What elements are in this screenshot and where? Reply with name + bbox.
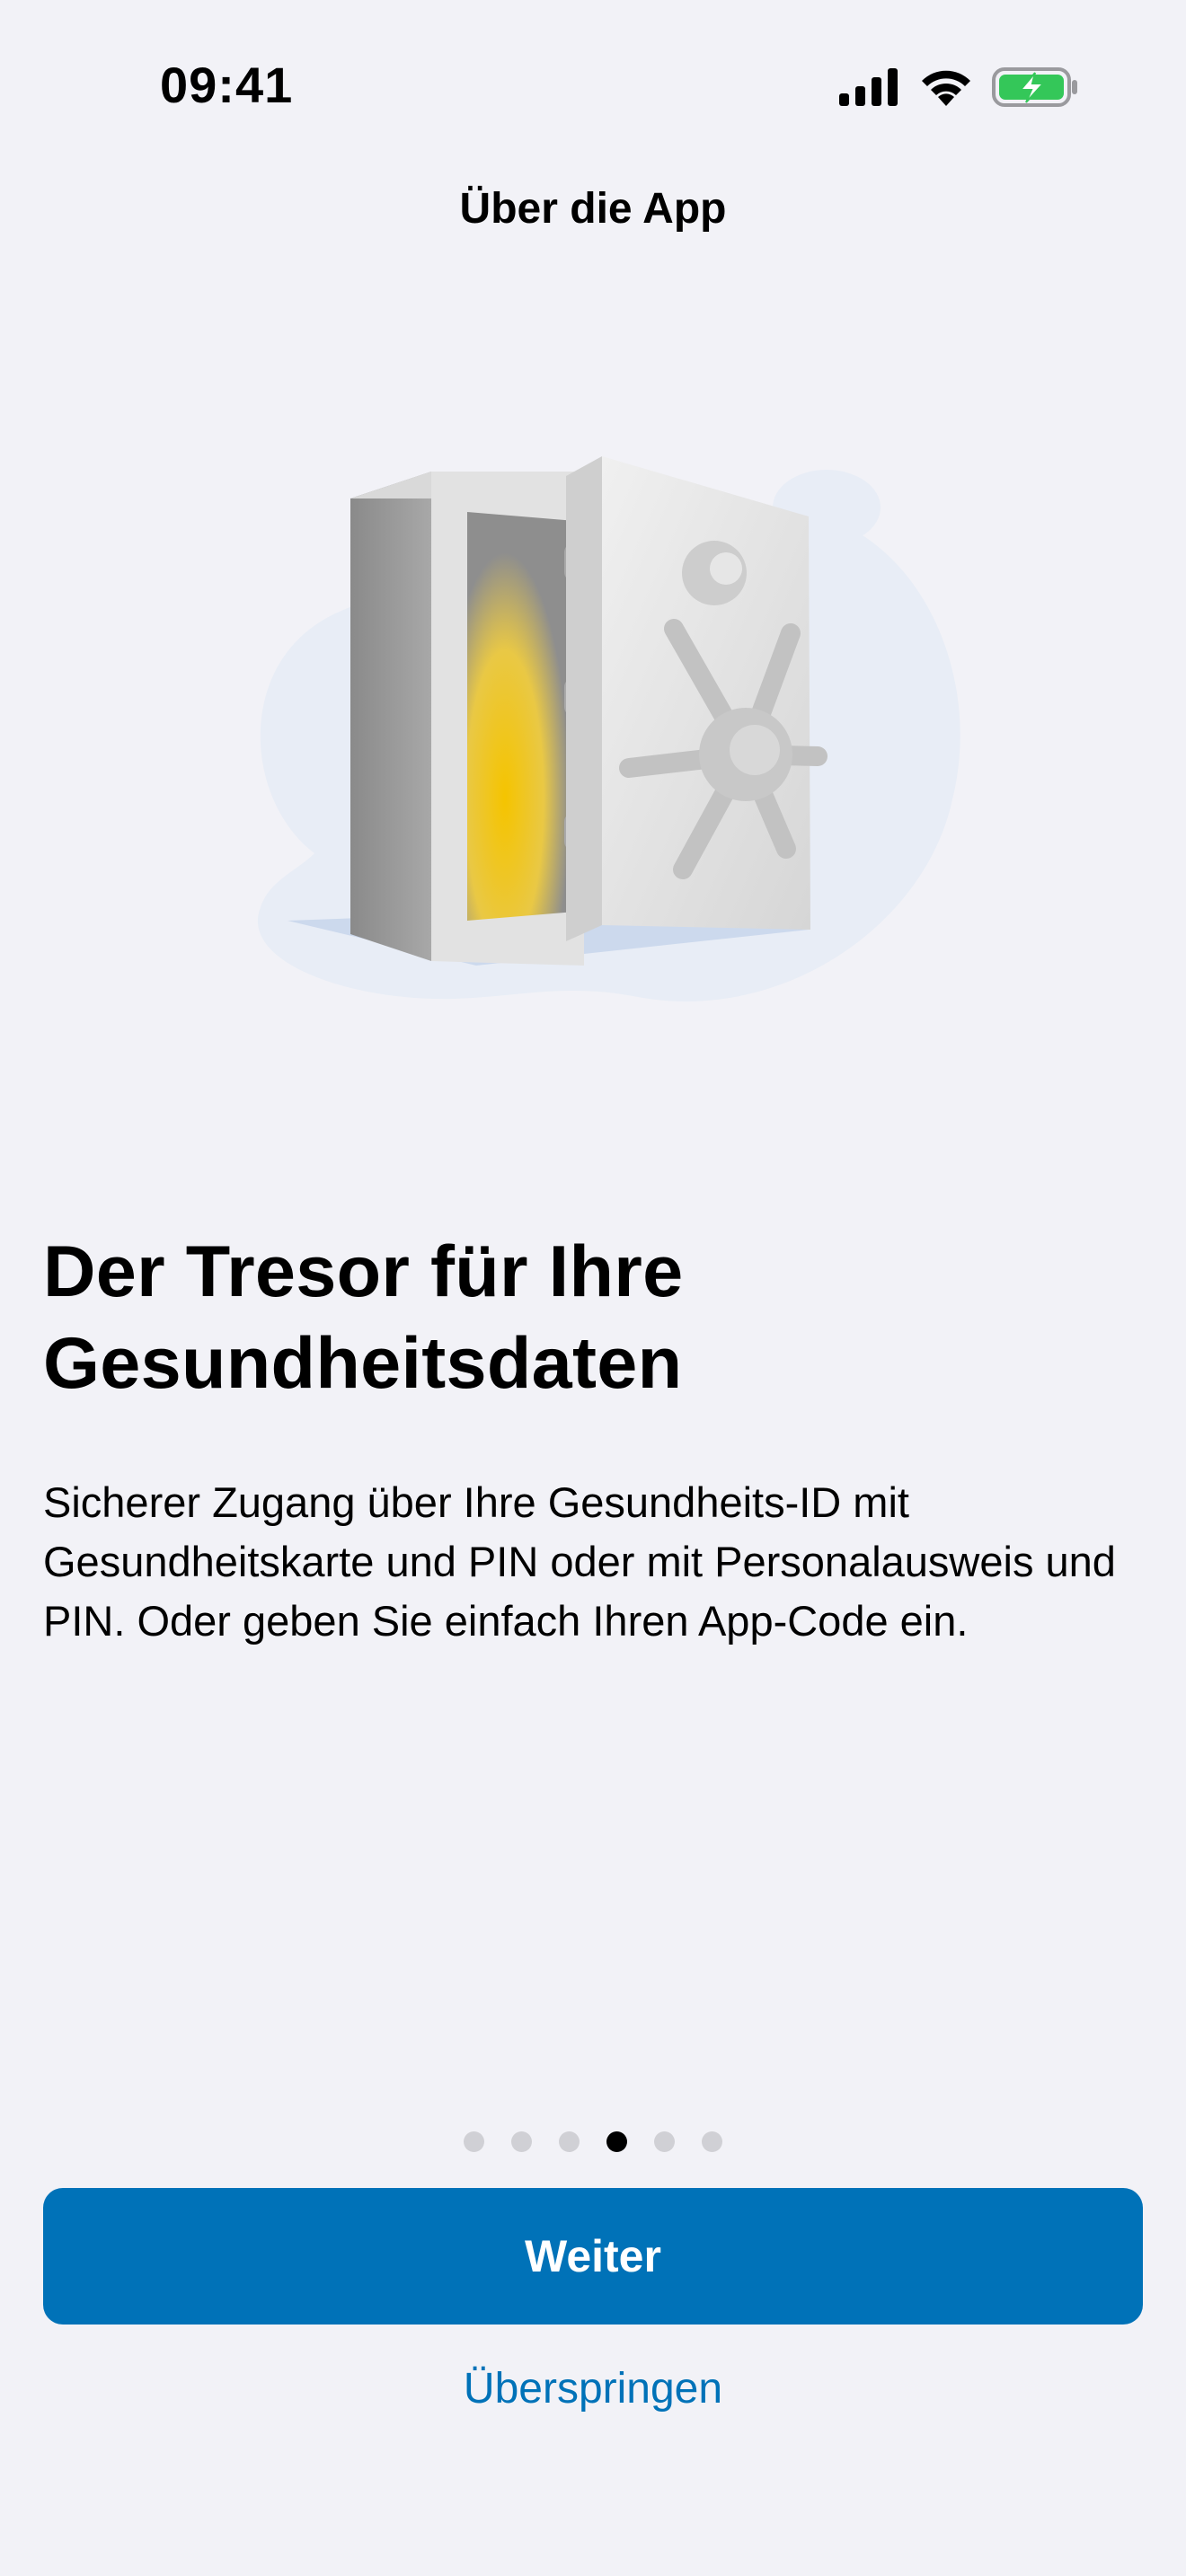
wifi-icon — [922, 70, 970, 106]
safe-illustration — [207, 422, 979, 1033]
page-dot-6[interactable] — [702, 2131, 722, 2152]
nav-title: Über die App — [459, 185, 727, 233]
safe-icon — [257, 456, 960, 1001]
battery-charging-icon — [992, 67, 1077, 107]
page-dot-4-active[interactable] — [606, 2131, 627, 2152]
onboarding-description: Sicherer Zugang über Ihre Gesundheits-ID… — [43, 1478, 1116, 1645]
page-dot-2[interactable] — [511, 2131, 532, 2152]
status-icons — [839, 65, 1078, 110]
page-dot-1[interactable] — [464, 2131, 484, 2152]
onboarding-headline: Der Tresor für Ihre Gesundheitsdaten — [43, 1231, 684, 1404]
page-indicator[interactable] — [0, 2131, 1186, 2152]
page-dot-3[interactable] — [559, 2131, 580, 2152]
skip-link[interactable]: Überspringen — [0, 2364, 1186, 2413]
status-bar: 09:41 — [0, 0, 1186, 171]
status-time: 09:41 — [160, 57, 294, 113]
cellular-signal-icon — [839, 68, 898, 106]
page-dot-5[interactable] — [654, 2131, 675, 2152]
continue-button[interactable]: Weiter — [43, 2188, 1143, 2325]
